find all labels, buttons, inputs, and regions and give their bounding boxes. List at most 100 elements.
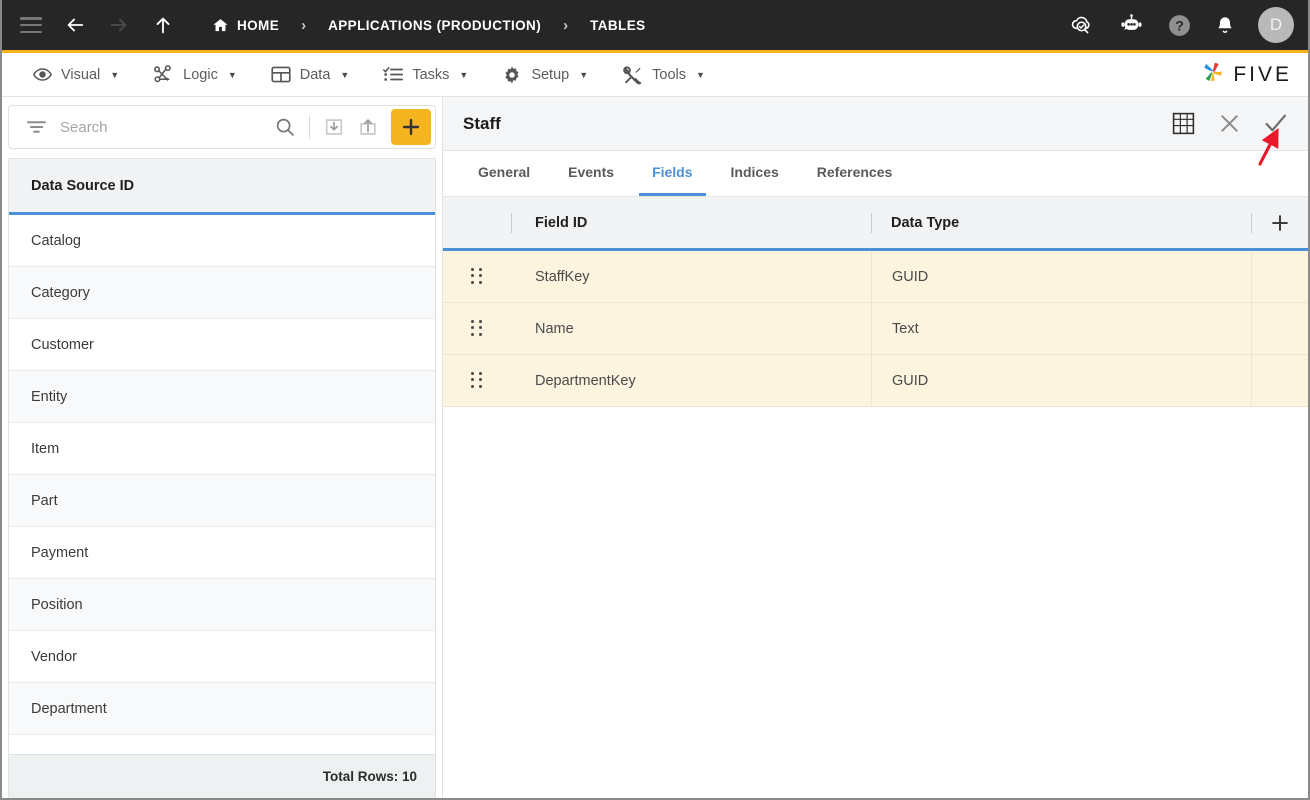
detail-tabs: General Events Fields Indices References — [443, 151, 1308, 197]
list-item[interactable]: Category — [9, 267, 435, 319]
list-item-label: Part — [31, 492, 58, 509]
fields-grid-header: Field ID Data Type — [443, 197, 1308, 251]
search-icon[interactable] — [268, 110, 302, 144]
menu-item-tools[interactable]: Tools ▼ — [605, 53, 722, 96]
filter-icon[interactable] — [19, 119, 54, 135]
data-source-panel: Data Source ID Catalog Category Customer… — [2, 97, 442, 798]
search-input[interactable] — [54, 118, 268, 136]
add-data-source-button[interactable] — [391, 109, 431, 145]
list-item-label: Catalog — [31, 232, 81, 249]
data-source-list-rows: Catalog Category Customer Entity Item Pa… — [9, 215, 435, 754]
cell-field-id[interactable]: DepartmentKey — [511, 355, 871, 406]
breadcrumb-item-tables[interactable]: TABLES — [586, 18, 649, 33]
list-item[interactable]: Position — [9, 579, 435, 631]
import-icon[interactable] — [317, 110, 351, 144]
brand-name: FIVE — [1233, 62, 1292, 86]
add-field-button[interactable] — [1251, 197, 1308, 248]
breadcrumb: HOME › APPLICATIONS (PRODUCTION) › TABLE… — [208, 17, 650, 34]
column-header-field-id[interactable]: Field ID — [511, 197, 871, 248]
gear-icon — [502, 65, 522, 85]
tab-references[interactable]: References — [804, 151, 906, 196]
cell-data-type[interactable]: GUID — [871, 251, 1251, 302]
robot-assistant-icon[interactable] — [1118, 14, 1145, 36]
chevron-down-icon: ▼ — [696, 69, 705, 80]
detail-header: Staff — [443, 97, 1308, 151]
chevron-down-icon: ▼ — [459, 69, 469, 80]
chevron-down-icon: ▼ — [110, 69, 120, 80]
drag-handle-icon[interactable] — [443, 251, 511, 302]
data-source-list-footer: Total Rows: 10 — [8, 754, 436, 798]
table-row[interactable]: Name Text — [443, 303, 1308, 355]
tab-indices-label: Indices — [730, 164, 779, 180]
toolbar-divider — [309, 115, 310, 139]
detail-header-actions — [1171, 111, 1288, 136]
table-detail-panel: Staff General Events Fields Indices Refe… — [442, 97, 1308, 798]
list-item-label: Vendor — [31, 648, 77, 665]
list-item[interactable]: Payment — [9, 527, 435, 579]
column-header-field-id-label: Field ID — [535, 214, 588, 231]
drag-handle-icon[interactable] — [443, 355, 511, 406]
tab-indices[interactable]: Indices — [718, 151, 792, 196]
list-item[interactable]: Item — [9, 423, 435, 475]
avatar[interactable]: D — [1258, 7, 1294, 43]
table-row[interactable]: StaffKey GUID — [443, 251, 1308, 303]
menu-item-setup[interactable]: Setup ▼ — [485, 53, 605, 96]
cell-row-actions — [1251, 303, 1308, 354]
column-header-data-type[interactable]: Data Type — [871, 197, 1251, 248]
menu-item-visual[interactable]: Visual ▼ — [16, 53, 136, 96]
cell-data-type[interactable]: Text — [871, 303, 1251, 354]
arrow-right-icon[interactable] — [108, 14, 130, 36]
cell-field-id[interactable]: StaffKey — [511, 251, 871, 302]
page-title: Staff — [463, 113, 501, 133]
drag-handle-icon[interactable] — [443, 303, 511, 354]
menu-item-logic[interactable]: Logic ▼ — [136, 53, 254, 96]
cell-field-id-value: DepartmentKey — [535, 372, 636, 389]
column-header-data-source-id: Data Source ID — [31, 177, 135, 194]
close-icon[interactable] — [1218, 112, 1241, 135]
application-window: HOME › APPLICATIONS (PRODUCTION) › TABLE… — [0, 0, 1310, 800]
table-row[interactable]: DepartmentKey GUID — [443, 355, 1308, 407]
arrow-left-icon[interactable] — [64, 14, 86, 36]
table-view-icon[interactable] — [1171, 111, 1196, 136]
list-item[interactable]: Part — [9, 475, 435, 527]
list-item-label: Position — [31, 596, 83, 613]
list-item[interactable]: Entity — [9, 371, 435, 423]
menu-item-logic-label: Logic — [183, 66, 218, 83]
cell-field-id-value: Name — [535, 320, 574, 337]
menu-item-data-label: Data — [299, 66, 331, 83]
menu-item-setup-label: Setup — [531, 66, 570, 83]
breadcrumb-item-applications[interactable]: APPLICATIONS (PRODUCTION) — [324, 18, 545, 33]
save-check-icon[interactable] — [1263, 111, 1288, 136]
total-rows-label: Total Rows: 10 — [322, 769, 417, 784]
chevron-down-icon: ▼ — [579, 69, 589, 80]
chevron-down-icon: ▼ — [340, 69, 350, 80]
hamburger-menu-icon[interactable] — [20, 17, 42, 33]
list-item[interactable]: Catalog — [9, 215, 435, 267]
cloud-search-icon[interactable] — [1069, 13, 1096, 37]
cell-data-type-value: GUID — [892, 372, 929, 389]
cell-field-id[interactable]: Name — [511, 303, 871, 354]
top-navigation-bar: HOME › APPLICATIONS (PRODUCTION) › TABLE… — [2, 0, 1308, 53]
help-icon[interactable]: ? — [1167, 13, 1192, 38]
tab-events[interactable]: Events — [555, 151, 627, 196]
column-header-data-type-label: Data Type — [891, 214, 960, 231]
list-item[interactable]: Department — [9, 683, 435, 735]
tab-events-label: Events — [568, 164, 615, 180]
menu-item-tasks[interactable]: Tasks ▼ — [366, 53, 485, 96]
tab-general-label: General — [478, 164, 531, 180]
table-grid-icon — [271, 65, 291, 84]
checklist-icon — [383, 65, 404, 84]
notifications-bell-icon[interactable] — [1214, 14, 1236, 37]
tab-general[interactable]: General — [465, 151, 543, 196]
cell-data-type-value: GUID — [892, 268, 929, 285]
tab-fields[interactable]: Fields — [639, 151, 706, 196]
arrow-up-icon[interactable] — [152, 14, 174, 36]
menu-item-data[interactable]: Data ▼ — [254, 53, 367, 96]
list-item[interactable]: Customer — [9, 319, 435, 371]
list-item[interactable]: Vendor — [9, 631, 435, 683]
cell-data-type[interactable]: GUID — [871, 355, 1251, 406]
export-icon[interactable] — [351, 110, 385, 144]
chevron-down-icon: ▼ — [227, 69, 237, 80]
breadcrumb-item-home[interactable]: HOME — [208, 17, 283, 34]
nav-icon-group — [20, 14, 174, 36]
